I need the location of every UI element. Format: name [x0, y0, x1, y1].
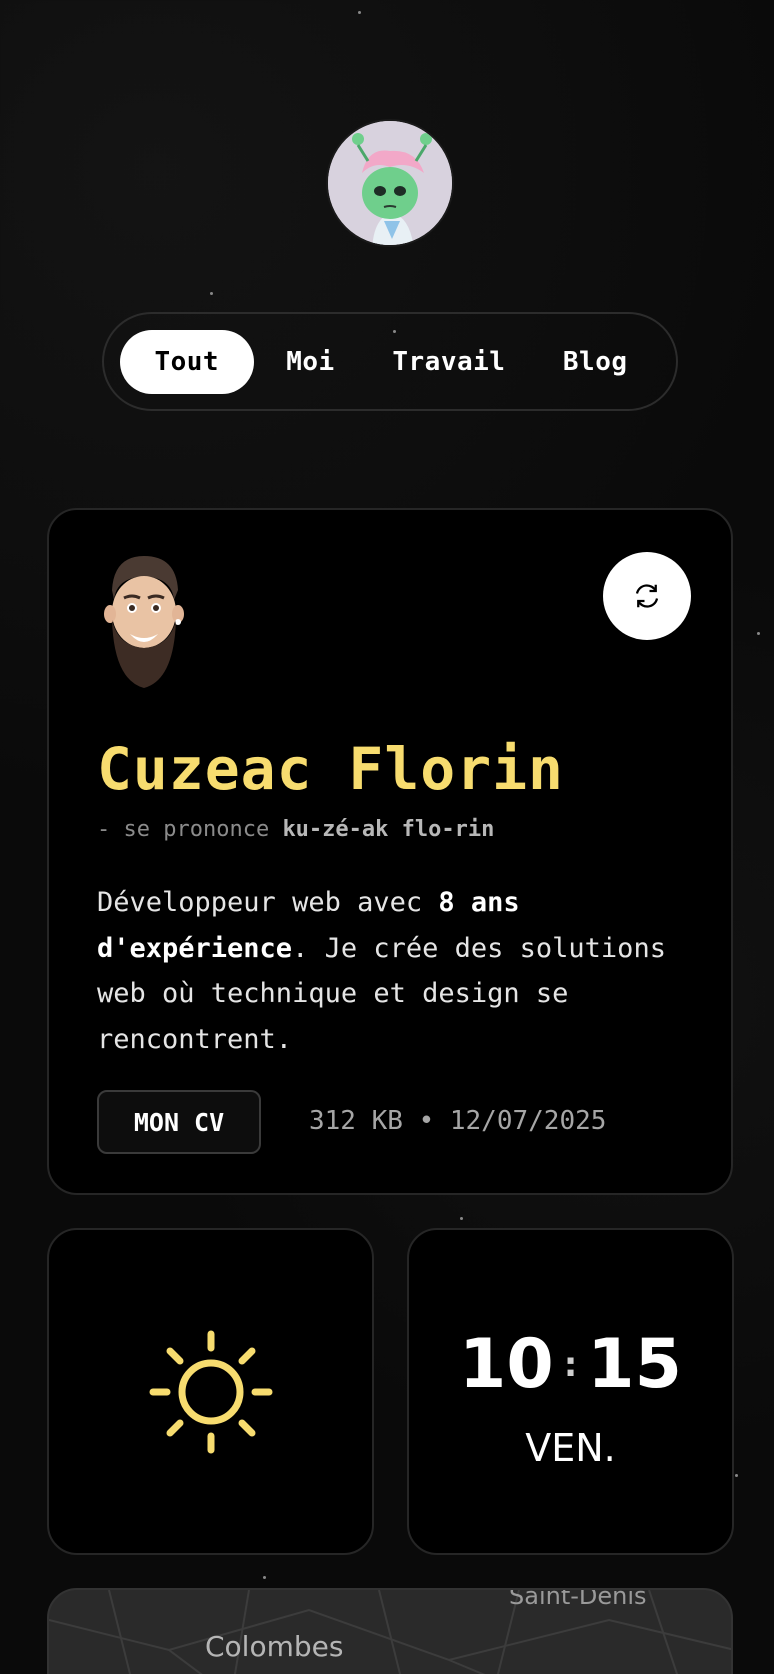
- profile-name: Cuzeac Florin: [97, 735, 564, 803]
- cv-download-button[interactable]: MON CV: [97, 1090, 261, 1154]
- tab-travail[interactable]: Travail: [367, 330, 530, 394]
- bio-part-1: Développeur web avec: [97, 887, 439, 918]
- pronunciation: - se prononce ku-zé-ak flo-rin: [97, 817, 494, 842]
- star: [757, 632, 760, 635]
- intro-card: Cuzeac Florin - se prononce ku-zé-ak flo…: [47, 508, 733, 1195]
- alien-avatar-icon: [328, 121, 452, 245]
- category-nav: Tout Moi Travail Blog: [102, 312, 678, 411]
- sun-icon: [149, 1330, 272, 1453]
- map-label-colombes: Colombes: [205, 1630, 344, 1663]
- clock-minute: 15: [587, 1325, 682, 1404]
- star: [358, 11, 361, 14]
- pronunciation-text: ku-zé-ak flo-rin: [282, 817, 495, 842]
- clock-time: 10 : 15: [409, 1325, 732, 1404]
- bio-text: Développeur web avec 8 ans d'expérience.…: [97, 880, 697, 1062]
- weather-card: [47, 1228, 374, 1555]
- tab-moi[interactable]: Moi: [254, 330, 368, 394]
- map-card[interactable]: Saint-Denis Colombes: [47, 1588, 733, 1674]
- tab-blog[interactable]: Blog: [530, 330, 660, 394]
- clock-hour: 10: [459, 1325, 554, 1404]
- tab-tout[interactable]: Tout: [120, 329, 254, 394]
- memoji-icon: [104, 556, 184, 688]
- map-label-saint-denis: Saint-Denis: [509, 1588, 647, 1610]
- profile-avatar[interactable]: [326, 119, 454, 247]
- refresh-button[interactable]: [603, 552, 691, 640]
- star: [735, 1474, 738, 1477]
- star: [210, 292, 213, 295]
- star: [263, 1576, 266, 1579]
- pronunciation-prefix: - se prononce: [97, 817, 283, 842]
- clock-card: 10 : 15 VEN.: [407, 1228, 734, 1555]
- clock-separator: :: [563, 1344, 578, 1385]
- cv-file-meta: 312 KB • 12/07/2025: [309, 1106, 607, 1136]
- refresh-icon: [635, 584, 659, 608]
- memoji-avatar: [94, 550, 194, 690]
- star: [460, 1217, 463, 1220]
- clock-day: VEN.: [525, 1426, 616, 1470]
